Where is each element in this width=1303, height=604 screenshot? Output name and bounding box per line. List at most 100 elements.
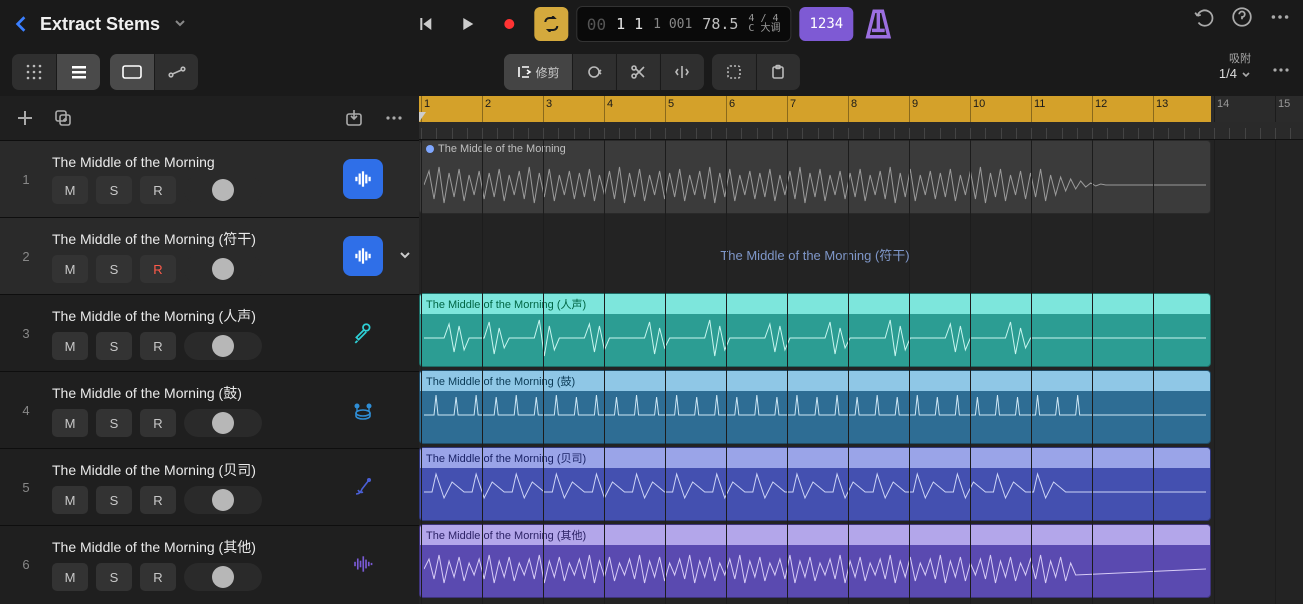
track-number: 3 — [0, 326, 52, 341]
mute-button[interactable]: M — [52, 409, 88, 437]
track-header-column: 1 The Middle of the Morning M S R 2 The … — [0, 96, 419, 604]
undo-button[interactable] — [1193, 6, 1215, 28]
play-button[interactable] — [450, 7, 484, 41]
track-row[interactable]: 4 The Middle of the Morning (鼓) M S R — [0, 371, 419, 448]
transport-controls: 00 1 1 1 001 78.5 4 / 4 C 大调 1234 — [408, 6, 895, 42]
solo-button[interactable]: S — [96, 563, 132, 591]
clipboard-segment — [712, 54, 800, 90]
lcd-position-sub: 1 001 — [653, 17, 692, 32]
mute-button[interactable]: M — [52, 332, 88, 360]
track-options-button[interactable] — [383, 107, 405, 129]
ruler[interactable]: 1415 12345678910111213 — [419, 96, 1303, 122]
playhead[interactable] — [419, 112, 426, 122]
record-enable-button[interactable]: R — [140, 486, 176, 514]
track-type-drums-icon[interactable] — [343, 390, 383, 430]
list-view-button[interactable] — [56, 54, 100, 90]
snap-setting[interactable]: 吸附 1/4 — [1219, 52, 1251, 83]
function-segment: 修剪 — [503, 54, 703, 90]
waveform-icon — [424, 314, 1206, 362]
mute-button[interactable]: M — [52, 176, 88, 204]
mute-button[interactable]: M — [52, 486, 88, 514]
track-name[interactable]: The Middle of the Morning — [52, 154, 343, 170]
marquee-tool-button[interactable] — [712, 54, 756, 90]
track-name[interactable]: The Middle of the Morning (人声) — [52, 306, 343, 326]
count-in-display[interactable]: 1234 — [799, 7, 853, 41]
track-type-other-icon[interactable] — [343, 544, 383, 584]
import-button[interactable] — [343, 107, 365, 129]
waveform-icon — [424, 391, 1206, 439]
help-button[interactable] — [1231, 6, 1253, 28]
waveform-icon — [424, 468, 1206, 516]
expand-folder-button[interactable] — [391, 248, 419, 265]
metronome-button[interactable] — [861, 7, 895, 41]
top-bar: Extract Stems 00 1 1 1 001 78.5 4 / 4 C … — [0, 0, 1303, 48]
track-row[interactable]: 2 The Middle of the Morning (符干) M S R — [0, 217, 419, 294]
lcd-tempo: 78.5 — [702, 15, 738, 33]
back-button[interactable] — [12, 15, 30, 33]
track-type-audio-icon[interactable] — [343, 159, 383, 199]
track-row[interactable]: 5 The Middle of the Morning (贝司) M S R — [0, 448, 419, 525]
automation-view-button[interactable] — [154, 54, 198, 90]
grid-view-button[interactable] — [12, 54, 56, 90]
project-menu-chevron-icon[interactable] — [174, 17, 186, 32]
more-menu-button[interactable] — [1269, 6, 1291, 28]
trim-button[interactable]: 修剪 — [503, 54, 571, 90]
top-right-controls — [1193, 6, 1291, 28]
record-enable-button[interactable]: R — [140, 409, 176, 437]
track-type-audio-icon[interactable] — [343, 236, 383, 276]
track-name[interactable]: The Middle of the Morning (其他) — [52, 537, 343, 557]
pan-knob[interactable] — [184, 409, 262, 437]
display-mode-segment — [110, 54, 198, 90]
timeline[interactable]: 1415 12345678910111213 The Middle of the… — [419, 96, 1303, 604]
go-to-start-button[interactable] — [408, 7, 442, 41]
lcd-signature: 4 / 4 C 大调 — [748, 14, 780, 34]
project-title[interactable]: Extract Stems — [40, 14, 160, 35]
record-enable-button[interactable]: R — [140, 332, 176, 360]
solo-button[interactable]: S — [96, 255, 132, 283]
track-number: 2 — [0, 249, 52, 264]
secondary-toolbar: 修剪 吸附 1/4 — [0, 48, 1303, 96]
track-number: 4 — [0, 403, 52, 418]
split-tool-button[interactable] — [660, 54, 704, 90]
workspace: 1 The Middle of the Morning M S R 2 The … — [0, 96, 1303, 604]
track-number: 1 — [0, 172, 52, 187]
region-status-dot-icon — [426, 145, 434, 153]
pan-knob[interactable] — [184, 486, 262, 514]
pan-knob[interactable] — [184, 255, 262, 283]
pan-knob[interactable] — [184, 176, 262, 204]
mute-button[interactable]: M — [52, 563, 88, 591]
solo-button[interactable]: S — [96, 176, 132, 204]
track-number: 5 — [0, 480, 52, 495]
scissors-tool-button[interactable] — [616, 54, 660, 90]
edit-tools: 修剪 — [503, 54, 799, 90]
record-enable-button[interactable]: R — [140, 563, 176, 591]
lcd-display[interactable]: 00 1 1 1 001 78.5 4 / 4 C 大调 — [576, 6, 792, 42]
toolbar-more-button[interactable] — [1271, 60, 1291, 85]
record-enable-button[interactable]: R — [140, 255, 176, 283]
record-enable-button[interactable]: R — [140, 176, 176, 204]
loop-tool-button[interactable] — [572, 54, 616, 90]
paste-tool-button[interactable] — [756, 54, 800, 90]
track-type-bass-icon[interactable] — [343, 467, 383, 507]
cycle-button[interactable] — [534, 7, 568, 41]
track-name[interactable]: The Middle of the Morning (鼓) — [52, 383, 343, 403]
view-mode-segment — [12, 54, 100, 90]
add-track-button[interactable] — [14, 107, 36, 129]
duplicate-track-button[interactable] — [52, 107, 74, 129]
region-view-button[interactable] — [110, 54, 154, 90]
pan-knob[interactable] — [184, 332, 262, 360]
track-name[interactable]: The Middle of the Morning (符干) — [52, 229, 343, 249]
pan-knob[interactable] — [184, 563, 262, 591]
mute-button[interactable]: M — [52, 255, 88, 283]
track-row[interactable]: 1 The Middle of the Morning M S R — [0, 140, 419, 217]
track-number: 6 — [0, 557, 52, 572]
solo-button[interactable]: S — [96, 486, 132, 514]
track-name[interactable]: The Middle of the Morning (贝司) — [52, 460, 343, 480]
track-type-vocal-icon[interactable] — [343, 313, 383, 353]
track-row[interactable]: 3 The Middle of the Morning (人声) M S R — [0, 294, 419, 371]
solo-button[interactable]: S — [96, 332, 132, 360]
record-button[interactable] — [492, 7, 526, 41]
sub-ruler[interactable] — [419, 122, 1303, 140]
track-row[interactable]: 6 The Middle of the Morning (其他) M S R — [0, 525, 419, 602]
solo-button[interactable]: S — [96, 409, 132, 437]
